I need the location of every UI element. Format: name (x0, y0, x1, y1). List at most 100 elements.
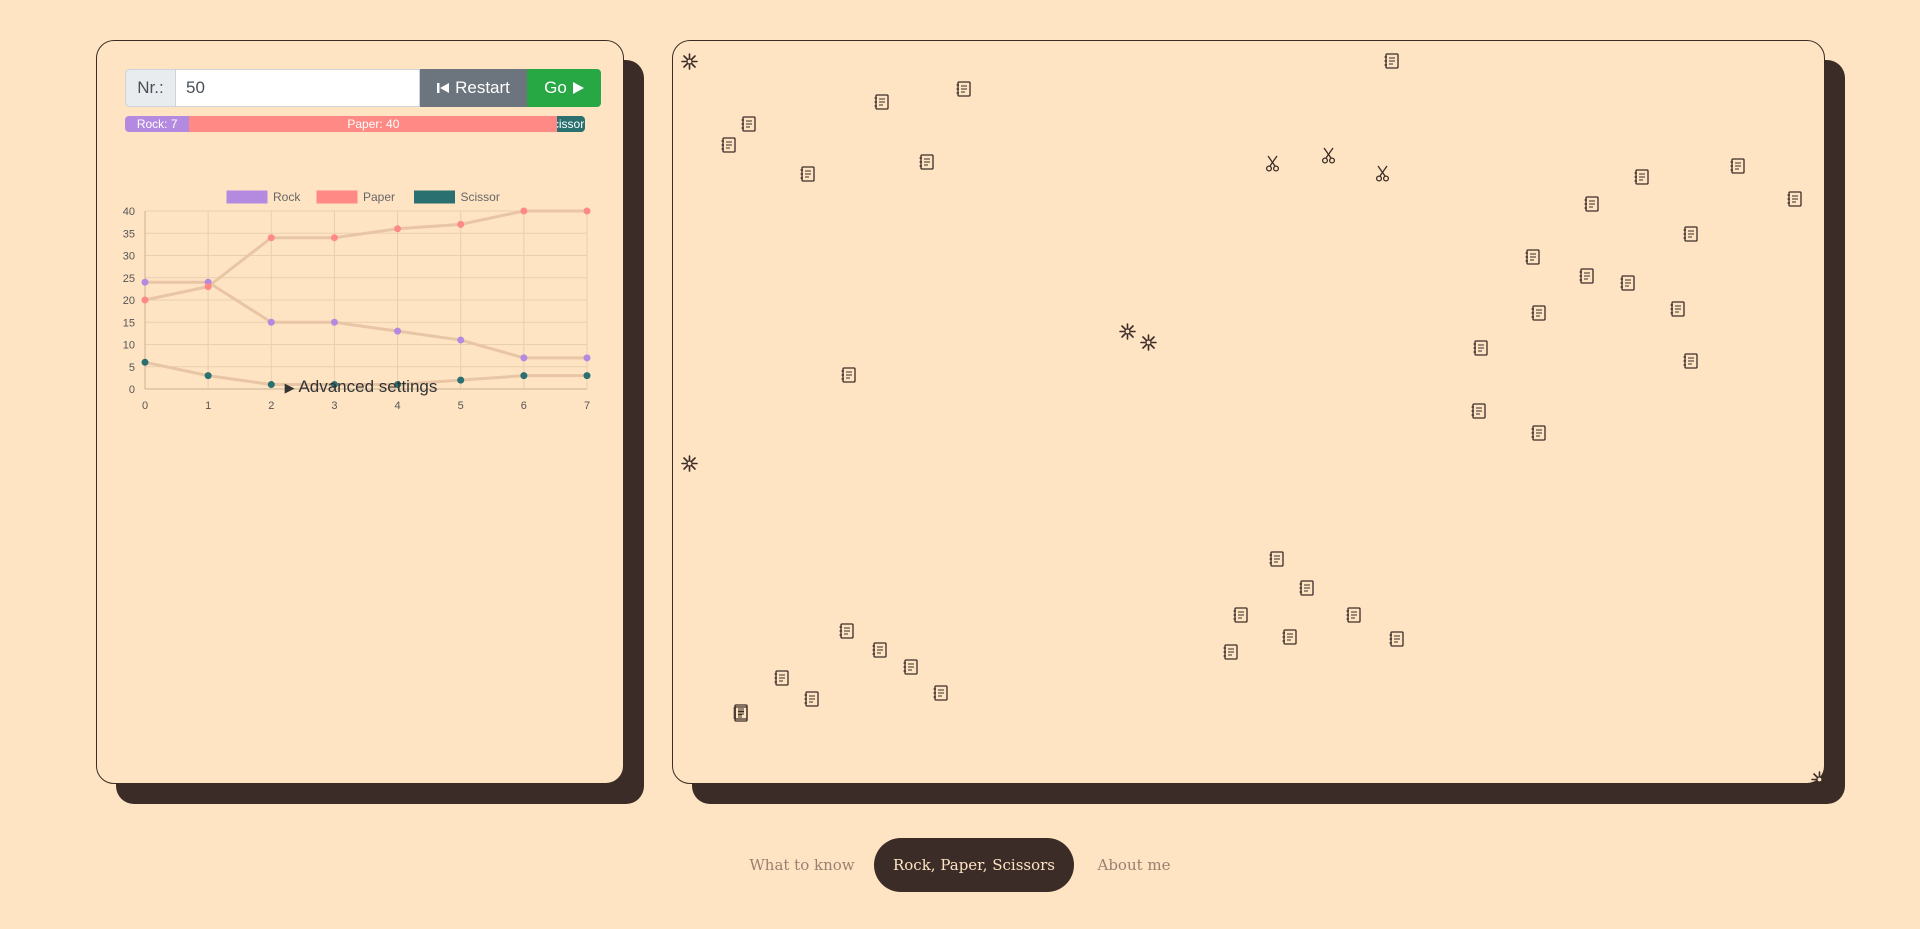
paper-icon (1584, 196, 1599, 216)
data-point-rock (520, 354, 528, 362)
control-panel: Nr.: Restart Go Rock: 7Paper: 40Scissor:… (96, 40, 624, 784)
data-point-paper (583, 207, 591, 215)
paper-icon (903, 659, 918, 679)
paper-icon (741, 116, 756, 136)
play-icon (572, 82, 584, 94)
go-button[interactable]: Go (527, 69, 601, 107)
data-point-paper (330, 234, 338, 242)
x-tick-label: 1 (205, 400, 211, 412)
legend-label-scissor: Scissor (461, 190, 500, 204)
paper-icon (804, 691, 819, 711)
data-point-rock (330, 318, 338, 326)
y-tick-label: 30 (123, 251, 135, 263)
paper-icon (1531, 305, 1546, 325)
paper-icon (1620, 275, 1635, 295)
x-tick-label: 5 (458, 400, 464, 412)
legend-swatch-paper (316, 190, 358, 204)
paper-icon (1531, 425, 1546, 445)
paper-icon (733, 706, 748, 726)
series-line-rock (145, 280, 587, 360)
paper-icon (1579, 268, 1594, 288)
restart-button[interactable]: Restart (420, 69, 527, 107)
simulation-arena (672, 40, 1828, 788)
count-input-group: Nr.: Restart Go (125, 69, 601, 107)
paper-icon (1525, 249, 1540, 269)
legend-label-rock: Rock (273, 190, 301, 204)
nav-item-about-me[interactable]: About me (1084, 838, 1184, 892)
paper-icon (1282, 629, 1297, 649)
paper-icon (839, 623, 854, 643)
rock-icon (1811, 771, 1828, 792)
data-point-rock (267, 318, 275, 326)
y-tick-label: 20 (123, 295, 135, 307)
nav-item-what-to-know[interactable]: What to know (740, 838, 864, 892)
data-point-rock (583, 354, 591, 362)
x-tick-label: 0 (142, 400, 148, 412)
paper-icon (841, 367, 856, 387)
data-point-paper (141, 296, 149, 304)
paper-icon (1471, 403, 1486, 423)
rock-icon (1119, 323, 1136, 344)
advanced-settings-toggle[interactable]: ▶ Advanced settings (97, 377, 625, 397)
legend-swatch-rock (226, 190, 268, 204)
y-tick-label: 15 (123, 317, 135, 329)
progress-segment-rock: Rock: 7 (125, 116, 190, 132)
skip-back-icon (437, 83, 450, 93)
data-point-scissor (141, 358, 149, 366)
paper-icon (1389, 631, 1404, 651)
paper-icon (721, 137, 736, 157)
data-point-paper (457, 220, 465, 228)
paper-icon (1670, 301, 1685, 321)
paper-icon (1346, 607, 1361, 627)
x-tick-label: 2 (268, 400, 274, 412)
go-label: Go (544, 78, 567, 97)
data-point-rock (394, 327, 402, 335)
y-tick-label: 25 (123, 273, 135, 285)
nr-input[interactable] (175, 69, 420, 107)
restart-label: Restart (455, 78, 510, 97)
scissor-icon (1265, 155, 1280, 176)
nr-label: Nr.: (125, 69, 175, 107)
paper-icon (874, 94, 889, 114)
x-tick-label: 7 (584, 400, 590, 412)
paper-icon (1634, 169, 1649, 189)
population-progress-bar: Rock: 7Paper: 40Scissor: 3 (125, 116, 585, 132)
bottom-navigation: What to know Rock, Paper, Scissors About m… (0, 838, 1920, 892)
triangle-right-icon: ▶ (284, 380, 295, 395)
rock-icon (1140, 334, 1157, 355)
y-tick-label: 40 (123, 206, 135, 218)
x-tick-label: 6 (521, 400, 527, 412)
data-point-paper (204, 283, 212, 291)
legend-label-paper: Paper (363, 190, 395, 204)
data-point-rock (457, 336, 465, 344)
paper-icon (1787, 191, 1802, 211)
y-tick-label: 5 (129, 362, 135, 374)
nav-item-rock-paper-scissors[interactable]: Rock, Paper, Scissors (874, 838, 1074, 892)
paper-icon (1223, 644, 1238, 664)
paper-icon (1233, 607, 1248, 627)
paper-icon (1683, 226, 1698, 246)
paper-icon (956, 81, 971, 101)
paper-icon (933, 685, 948, 705)
data-point-paper (394, 225, 402, 233)
rock-icon (681, 455, 698, 476)
y-tick-label: 10 (123, 340, 135, 352)
paper-icon (919, 154, 934, 174)
paper-icon (1730, 158, 1745, 178)
y-tick-label: 35 (123, 228, 135, 240)
progress-segment-scissor: Scissor: 3 (557, 116, 585, 132)
x-tick-label: 3 (331, 400, 337, 412)
data-point-paper (267, 234, 275, 242)
paper-icon (1384, 53, 1399, 73)
paper-icon (872, 642, 887, 662)
paper-icon (774, 670, 789, 690)
data-point-rock (141, 278, 149, 286)
scissor-icon (1321, 147, 1336, 168)
paper-icon (1683, 353, 1698, 373)
paper-icon (1299, 580, 1314, 600)
advanced-settings-label: Advanced settings (298, 377, 438, 396)
data-point-paper (520, 207, 528, 215)
paper-icon (800, 166, 815, 186)
scissor-icon (1375, 165, 1390, 186)
paper-icon (1269, 551, 1284, 571)
